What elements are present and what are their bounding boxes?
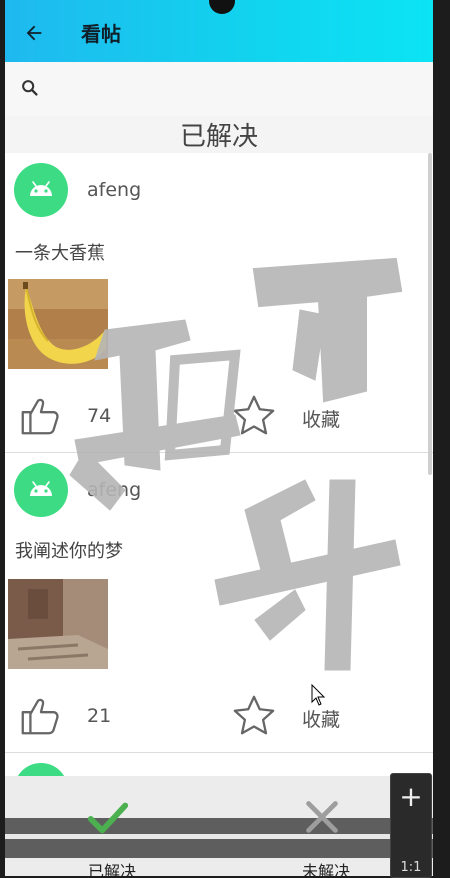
search-bar [5, 62, 433, 116]
section-title: 已解决 [179, 122, 258, 152]
android-icon [30, 181, 52, 196]
post-text: 我阐述你的梦 [15, 541, 123, 562]
mouse-cursor-icon [311, 684, 326, 706]
close-icon [306, 801, 338, 833]
thumbs-up-icon[interactable] [17, 393, 63, 439]
zoom-in-button[interactable]: + [391, 782, 431, 812]
avatar[interactable] [14, 163, 68, 217]
phone-screen: 看帖 已解决 afeng 一条大香蕉 74 收藏 afeng 我阐述你的梦 21… [5, 0, 433, 876]
tab-label: 已解决 [87, 862, 136, 876]
android-icon [30, 481, 52, 496]
like-count: 74 [87, 405, 112, 427]
username[interactable]: afeng [87, 479, 141, 501]
banana-photo [8, 279, 108, 369]
zoom-panel: + 1:1 [390, 773, 432, 878]
post-list[interactable]: afeng 一条大香蕉 74 收藏 afeng 我阐述你的梦 21 收藏 [5, 153, 433, 776]
post-item[interactable]: afeng 我阐述你的梦 21 收藏 [5, 453, 433, 752]
post-item[interactable]: afeng 一条大香蕉 74 收藏 [5, 153, 433, 452]
stone-steps-photo [8, 579, 108, 669]
like-count: 21 [87, 705, 112, 727]
avatar[interactable] [14, 463, 68, 517]
checkmark-icon [87, 802, 129, 834]
search-input[interactable] [49, 75, 413, 103]
star-icon[interactable] [231, 393, 277, 439]
tab-solved[interactable]: 已解决 [5, 776, 219, 876]
favorite-label[interactable]: 收藏 [302, 705, 340, 732]
username[interactable]: afeng [87, 179, 141, 201]
avatar[interactable] [14, 763, 68, 776]
post-image[interactable] [8, 579, 108, 669]
arrow-left-icon[interactable] [23, 22, 45, 44]
page-title: 看帖 [81, 22, 121, 46]
post-image[interactable] [8, 279, 108, 369]
search-icon[interactable] [19, 77, 41, 99]
favorite-label[interactable]: 收藏 [302, 405, 340, 432]
star-icon[interactable] [231, 693, 277, 739]
scrollbar[interactable] [428, 153, 432, 475]
zoom-ratio-button[interactable]: 1:1 [391, 860, 431, 875]
thumbs-up-icon[interactable] [17, 693, 63, 739]
post-text: 一条大香蕉 [15, 243, 105, 264]
post-item[interactable] [5, 753, 433, 776]
